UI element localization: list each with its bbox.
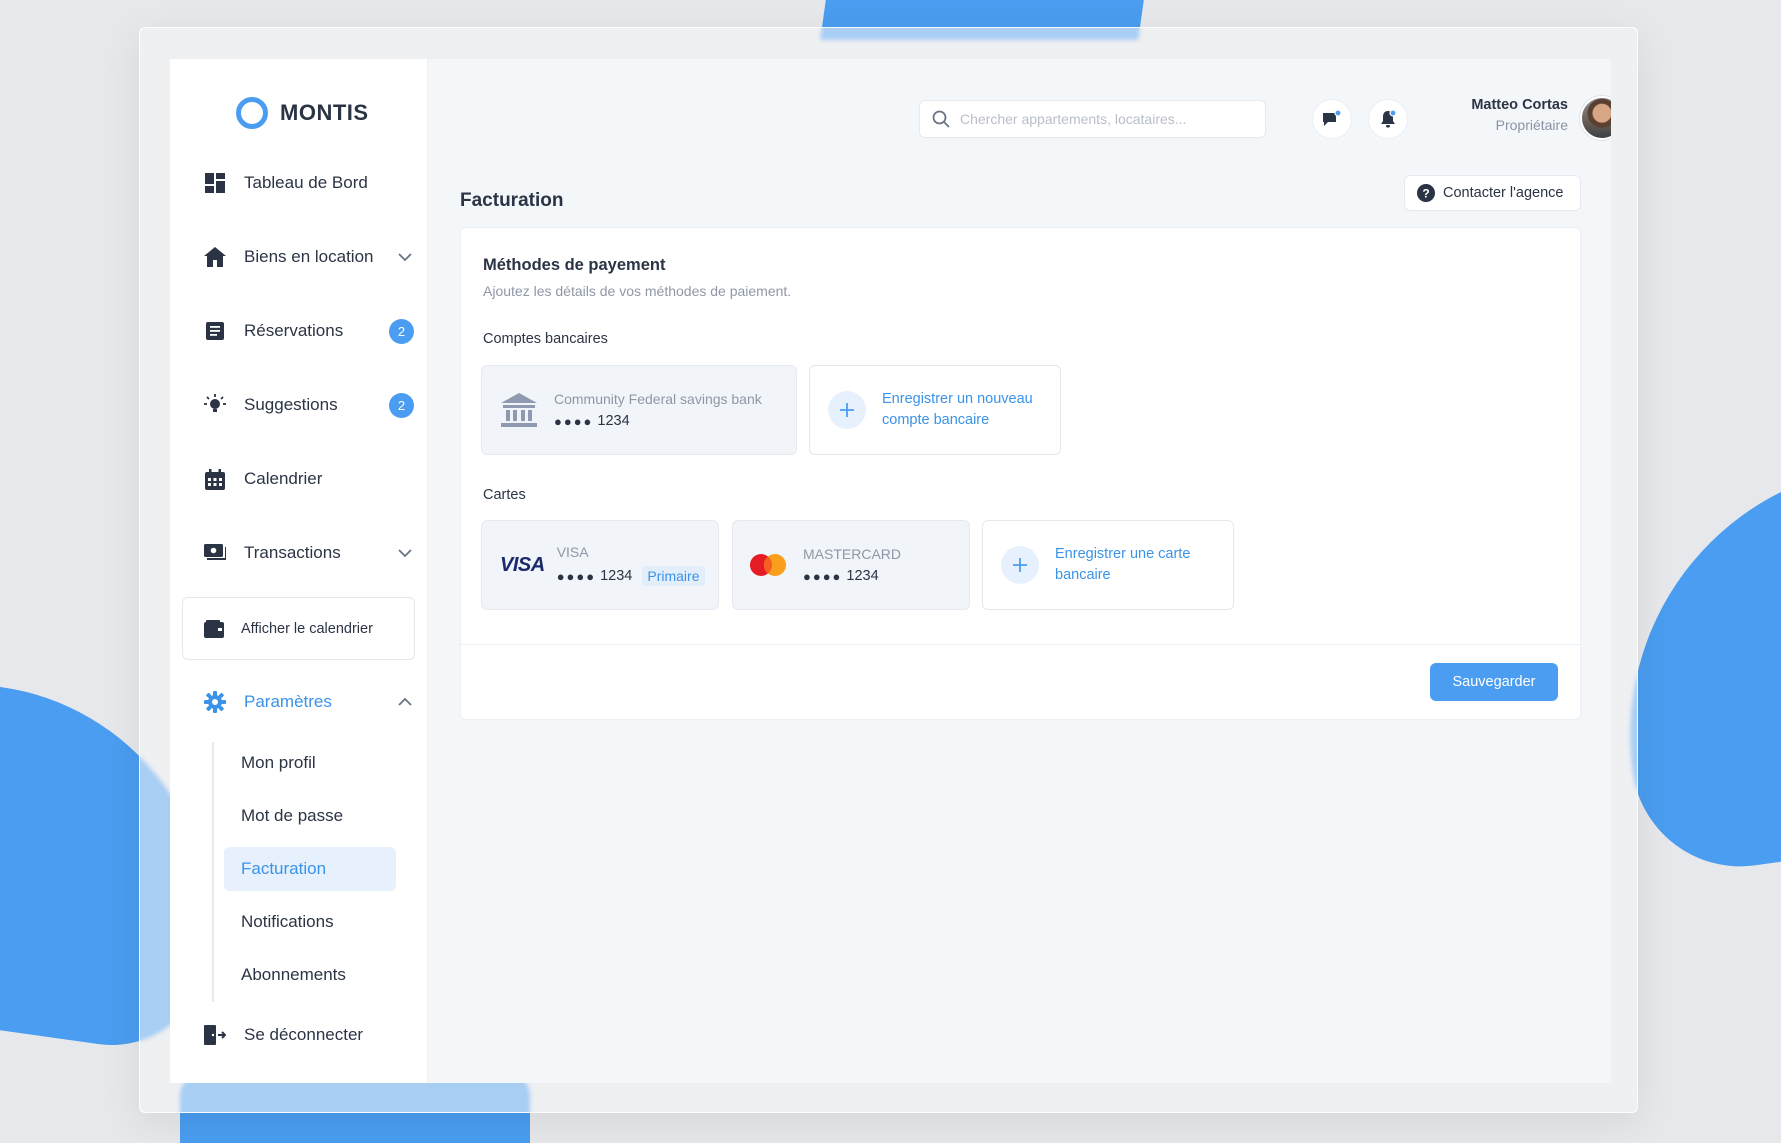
bank-account-number: ●●●● 1234: [554, 413, 762, 429]
sidebar-item-suggestions[interactable]: Suggestions 2: [204, 390, 414, 420]
suggestions-count-badge: 2: [389, 392, 414, 418]
subnav-item-billing[interactable]: Facturation: [224, 847, 396, 891]
messages-button[interactable]: [1312, 99, 1352, 139]
sidebar-item-calendar[interactable]: Calendrier: [204, 464, 414, 494]
bank-icon: [501, 393, 537, 427]
reservations-count-badge: 2: [389, 318, 414, 344]
card-item-visa[interactable]: VISA VISA ●●●● 1234 Primaire: [481, 520, 719, 610]
visa-logo-icon: VISA: [500, 553, 545, 576]
search-icon: [932, 110, 950, 128]
help-icon: ?: [1417, 184, 1435, 202]
primary-badge: Primaire: [642, 566, 705, 586]
sidebar-item-label: Transactions: [244, 543, 341, 562]
bank-name: Community Federal savings bank: [554, 391, 762, 407]
save-button[interactable]: Sauvegarder: [1430, 663, 1558, 701]
chevron-down-icon[interactable]: [396, 544, 414, 562]
add-bank-account-button[interactable]: Enregistrer un nouveau compte bancaire: [809, 365, 1061, 455]
notifications-button[interactable]: [1368, 99, 1408, 139]
add-bank-account-label: Enregistrer un nouveau compte bancaire: [882, 391, 1033, 428]
sidebar: MONTIS Tableau de Bord Biens en location…: [170, 59, 428, 1083]
card-item-mastercard[interactable]: MASTERCARD ●●●● 1234: [732, 520, 970, 610]
chevron-up-icon[interactable]: [396, 693, 414, 711]
subnav-item-profile[interactable]: Mon profil: [224, 741, 396, 785]
chat-icon: [1323, 109, 1342, 126]
sidebar-item-reservations[interactable]: Réservations 2: [204, 316, 414, 346]
plus-icon: [828, 391, 866, 429]
logo[interactable]: MONTIS: [236, 97, 369, 129]
avatar[interactable]: [1580, 96, 1611, 140]
gear-icon: [204, 691, 226, 713]
sidebar-item-rentals[interactable]: Biens en location: [204, 242, 414, 272]
sidebar-item-dashboard[interactable]: Tableau de Bord: [204, 168, 414, 198]
wallet-icon: [203, 618, 225, 640]
show-calendar-label: Afficher le calendrier: [241, 620, 373, 637]
sidebar-item-label: Réservations: [244, 321, 344, 340]
sidebar-item-label: Calendrier: [244, 469, 323, 488]
calendar-icon: [204, 468, 226, 490]
sidebar-item-settings[interactable]: Paramètres: [204, 687, 414, 717]
logout-label: Se déconnecter: [244, 1025, 364, 1044]
sidebar-item-label: Suggestions: [244, 395, 338, 414]
card-number: ●●●● 1234 Primaire: [557, 566, 705, 586]
sidebar-item-label: Tableau de Bord: [244, 173, 368, 192]
masked-digits: ●●●●: [556, 568, 597, 584]
card-last4: 1234: [600, 568, 633, 584]
sidebar-item-label: Biens en location: [244, 247, 374, 266]
home-icon: [204, 246, 226, 268]
bank-account-item[interactable]: Community Federal savings bank ●●●● 1234: [481, 365, 797, 455]
payment-methods-title: Méthodes de payement: [483, 256, 666, 274]
dashboard-icon: [204, 172, 226, 194]
payments-icon: [204, 542, 226, 564]
main-content: Matteo Cortas Propriétaire Facturation ?…: [428, 59, 1611, 1083]
user-role: Propriétaire: [1495, 117, 1568, 133]
settings-subnav-line: [212, 742, 214, 1002]
page-title: Facturation: [460, 190, 564, 211]
cards-label: Cartes: [483, 487, 526, 503]
chevron-down-icon[interactable]: [396, 248, 414, 266]
sidebar-item-transactions[interactable]: Transactions: [204, 538, 414, 568]
user-info[interactable]: Matteo Cortas Propriétaire: [1428, 97, 1568, 133]
app-window: MONTIS Tableau de Bord Biens en location…: [170, 59, 1611, 1083]
add-card-button[interactable]: Enregistrer une carte bancaire: [982, 520, 1234, 610]
card-brand: MASTERCARD: [803, 546, 902, 562]
plus-icon: [1001, 546, 1039, 584]
subnav-item-subscriptions[interactable]: Abonnements: [224, 953, 396, 997]
show-calendar-button[interactable]: Afficher le calendrier: [182, 597, 415, 660]
user-name: Matteo Cortas: [1471, 97, 1568, 113]
card-footer-divider: [461, 644, 1580, 645]
contact-agency-button[interactable]: ? Contacter l'agence: [1404, 175, 1581, 211]
card-last4: 1234: [846, 568, 879, 584]
subnav-item-notifications[interactable]: Notifications: [224, 900, 396, 944]
masked-digits: ●●●●: [554, 413, 594, 429]
logout-icon: [204, 1024, 226, 1046]
card-brand: VISA: [556, 544, 589, 560]
logo-text: MONTIS: [280, 100, 369, 125]
lightbulb-icon: [204, 394, 226, 416]
search-bar[interactable]: [919, 100, 1266, 138]
list-icon: [204, 320, 226, 342]
logout-button[interactable]: Se déconnecter: [204, 1020, 414, 1050]
masked-digits: ●●●●: [803, 568, 843, 584]
add-card-label: Enregistrer une carte bancaire: [1055, 546, 1191, 583]
card-number: ●●●● 1234: [803, 568, 901, 584]
bank-accounts-label: Comptes bancaires: [483, 331, 608, 347]
subnav-item-password[interactable]: Mot de passe: [224, 794, 396, 838]
contact-agency-label: Contacter l'agence: [1443, 185, 1564, 201]
payment-methods-card: Méthodes de payement Ajoutez les détails…: [460, 227, 1581, 720]
bell-icon: [1381, 109, 1397, 128]
sidebar-item-label: Paramètres: [244, 692, 332, 711]
search-input[interactable]: [960, 111, 1265, 127]
mastercard-logo-icon: [750, 554, 786, 576]
svg-text:?: ?: [1422, 187, 1429, 201]
payment-methods-subtitle: Ajoutez les détails de vos méthodes de p…: [483, 283, 792, 299]
bank-last4: 1234: [597, 413, 630, 429]
logo-ring-icon: [236, 97, 268, 129]
